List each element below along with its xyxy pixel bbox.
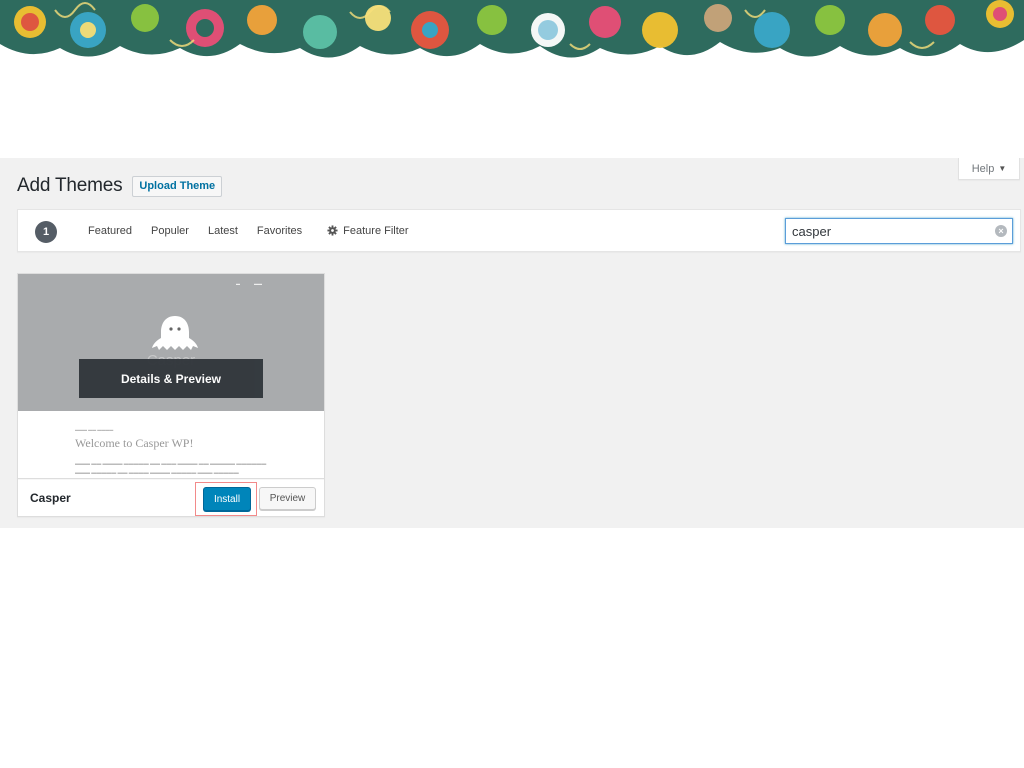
search-themes-box: × [785,218,1013,244]
doodle-pattern [0,0,1024,68]
search-themes-input[interactable] [792,223,982,239]
screenshot-post-meta: ▬▬▬ ▬▬ ▬▬▬▬ [75,427,114,432]
caret-down-icon: ▼ [998,164,1007,173]
screenshot-nav: ▬ ▬▬ [236,281,262,286]
preview-button[interactable]: Preview [259,487,316,510]
theme-filter-bar: 1 Featured Populer Latest Favorites Feat… [17,209,1021,252]
upload-theme-button[interactable]: Upload Theme [132,175,223,197]
filter-link-featured[interactable]: Featured [88,225,132,237]
screenshot-post-excerpt: ▬▬▬ ▬▬ ▬▬▬▬ ▬▬▬▬▬ ▬▬ ▬▬▬ ▬▬▬▬ ▬▬ ▬▬▬▬▬ ▬… [75,462,267,476]
wp-admin-screen: Help ▼ Add Themes Upload Theme 1 Feature… [0,158,1024,528]
clear-search-icon[interactable]: × [995,225,1007,237]
filter-link-latest[interactable]: Latest [208,225,238,237]
filter-links: Featured Populer Latest Favorites Featur… [88,210,409,251]
theme-name: Casper [30,491,71,505]
screenshot-post-title: Welcome to Casper WP! [75,436,194,450]
theme-card-footer: Casper Install Preview [18,478,324,516]
filter-link-favorites[interactable]: Favorites [257,225,302,237]
theme-card-casper[interactable]: ▬ ▬▬ Casper Details & Preview ▬▬▬ ▬▬ ▬▬▬… [17,273,325,517]
page-title: Add Themes [17,175,123,196]
screenshot-nav-item: ▬ [236,281,240,286]
install-button[interactable]: Install [203,487,251,511]
filter-link-popular[interactable]: Populer [151,225,189,237]
theme-screenshot[interactable]: ▬ ▬▬ Casper Details & Preview ▬▬▬ ▬▬ ▬▬▬… [18,274,324,478]
feature-filter-label: Feature Filter [343,224,409,237]
theme-count-badge: 1 [35,221,57,243]
help-tab[interactable]: Help ▼ [958,158,1020,180]
gear-icon [327,225,338,236]
screenshot-nav-item: ▬▬ [254,281,262,286]
page-header: Add Themes Upload Theme [17,175,223,197]
details-preview-button[interactable]: Details & Preview [79,359,263,398]
feature-filter-button[interactable]: Feature Filter [327,224,409,237]
ghost-icon [152,316,198,350]
help-label: Help [971,162,995,175]
decorative-banner [0,0,1024,68]
